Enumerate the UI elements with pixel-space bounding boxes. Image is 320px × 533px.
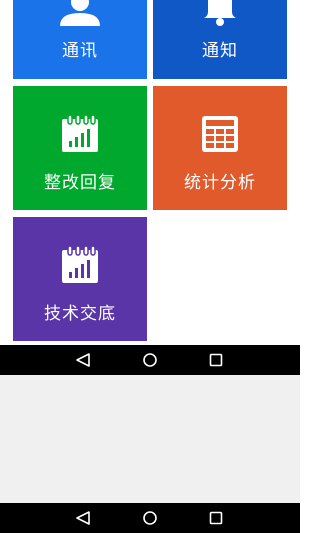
calendar-chart-icon: [62, 114, 98, 152]
tile-notice[interactable]: 通知: [153, 0, 287, 79]
back-icon[interactable]: [63, 345, 103, 375]
tile-label: 技术交底: [44, 304, 116, 324]
contacts-icon: [60, 0, 100, 26]
recents-icon[interactable]: [196, 345, 236, 375]
tile-statistics[interactable]: 统计分析: [153, 86, 287, 210]
bell-icon: [204, 0, 236, 26]
recents-icon[interactable]: [196, 503, 236, 533]
tile-label: 通知: [202, 41, 238, 61]
tile-tech-briefing[interactable]: 技术交底: [13, 217, 147, 341]
tile-contacts[interactable]: 通讯: [13, 0, 147, 79]
navigation-bar: [0, 503, 300, 533]
back-icon[interactable]: [63, 503, 103, 533]
tile-label: 统计分析: [184, 173, 256, 193]
tile-grid: 通讯 通知 整改回复 统计分析 技术交底: [0, 0, 300, 345]
tile-rectify-reply[interactable]: 整改回复: [13, 86, 147, 210]
table-icon: [202, 116, 238, 152]
blank-area: [0, 375, 300, 503]
home-icon[interactable]: [130, 345, 170, 375]
calendar-chart-icon: [62, 245, 98, 283]
tile-label: 通讯: [62, 41, 98, 61]
home-icon[interactable]: [130, 503, 170, 533]
tile-label: 整改回复: [44, 173, 116, 193]
navigation-bar: [0, 345, 300, 375]
